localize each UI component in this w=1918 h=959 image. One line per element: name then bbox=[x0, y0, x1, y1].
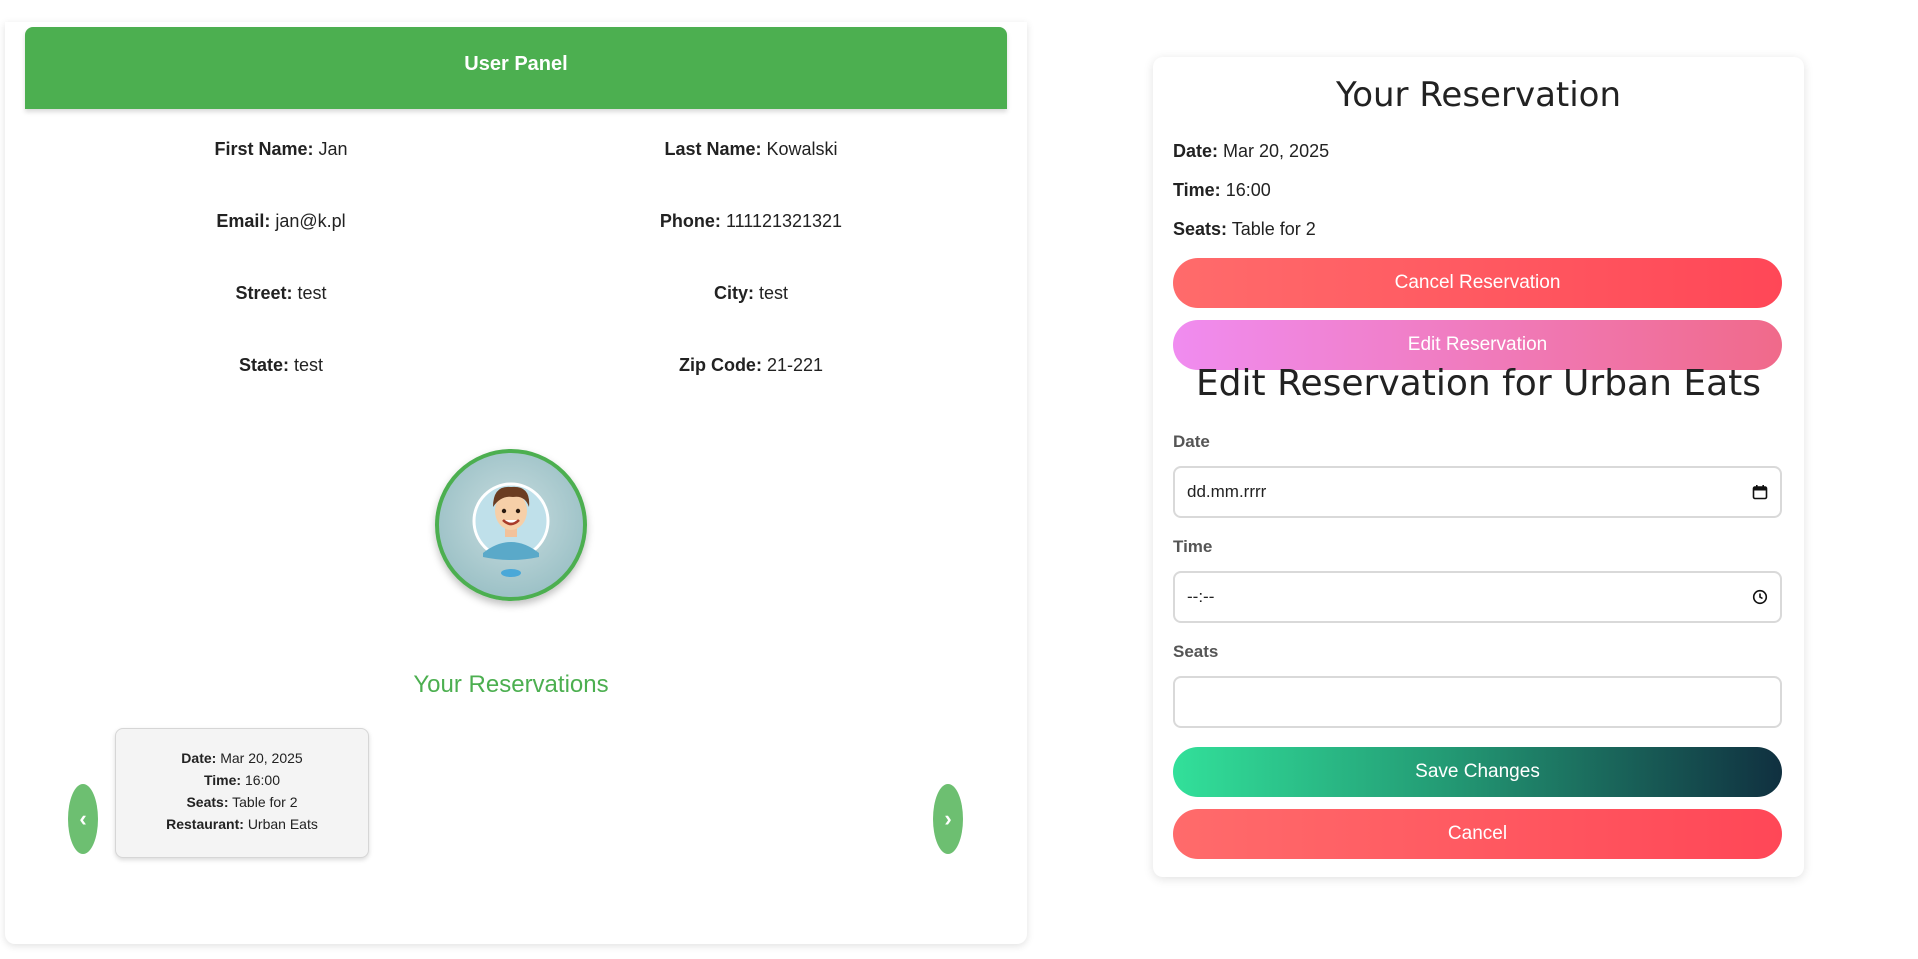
reservation-date-label: Date: bbox=[1173, 141, 1219, 161]
reservation-date-row: Date: Mar 20, 2025 bbox=[1173, 141, 1329, 162]
first-name-field: First Name: Jan bbox=[71, 139, 491, 160]
last-name-field: Last Name: Kowalski bbox=[541, 139, 961, 160]
save-changes-label: Save Changes bbox=[1415, 761, 1540, 782]
card-date-value: Mar 20, 2025 bbox=[220, 750, 303, 766]
city-field: City: test bbox=[541, 283, 961, 304]
edit-reservation-label: Edit Reservation bbox=[1407, 334, 1548, 355]
city-value: test bbox=[759, 283, 789, 303]
zip-code-value: 21-221 bbox=[766, 355, 824, 375]
email-label: Email: bbox=[216, 211, 271, 231]
reservation-detail-card: Your Reservation Date: Mar 20, 2025 Time… bbox=[1153, 57, 1804, 877]
user-panel-title: User Panel bbox=[464, 53, 568, 75]
zip-code-label: Zip Code: bbox=[678, 355, 762, 375]
seats-field-label: Seats bbox=[1173, 642, 1219, 661]
avatar bbox=[435, 449, 587, 601]
chevron-left-icon: ‹ bbox=[79, 806, 87, 831]
time-input[interactable]: --:-- bbox=[1173, 571, 1782, 623]
reservation-seats-value: Table for 2 bbox=[1231, 219, 1316, 239]
time-input-placeholder: --:-- bbox=[1187, 587, 1215, 606]
card-seats-label: Seats: bbox=[186, 794, 229, 810]
date-input-placeholder: dd.mm.rrrr bbox=[1187, 482, 1267, 501]
calendar-icon[interactable] bbox=[1752, 484, 1768, 500]
card-time-value: 16:00 bbox=[244, 772, 281, 788]
card-time-row: Time: 16:00 bbox=[116, 769, 368, 791]
reservation-time-label: Time: bbox=[1173, 180, 1221, 200]
card-restaurant-row: Restaurant: Urban Eats bbox=[116, 813, 368, 835]
street-value: test bbox=[297, 283, 327, 303]
reservation-date-value: Mar 20, 2025 bbox=[1223, 141, 1330, 161]
card-restaurant-label: Restaurant: bbox=[166, 816, 244, 832]
card-restaurant-value: Urban Eats bbox=[247, 816, 318, 832]
phone-label: Phone: bbox=[659, 211, 721, 231]
last-name-value: Kowalski bbox=[766, 139, 838, 159]
clock-icon[interactable] bbox=[1752, 589, 1768, 605]
email-value: jan@k.pl bbox=[275, 211, 346, 231]
edit-form-title: Edit Reservation for Urban Eats bbox=[1195, 363, 1762, 404]
zip-code-field: Zip Code: 21-221 bbox=[541, 355, 961, 376]
first-name-label: First Name: bbox=[214, 139, 314, 159]
seats-input[interactable] bbox=[1173, 676, 1782, 728]
carousel-next-button[interactable]: › bbox=[933, 784, 963, 854]
card-seats-row: Seats: Table for 2 bbox=[116, 791, 368, 813]
date-input[interactable]: dd.mm.rrrr bbox=[1173, 466, 1782, 518]
street-field: Street: test bbox=[71, 283, 491, 304]
reservation-time-row: Time: 16:00 bbox=[1173, 180, 1271, 201]
your-reservations-title: Your Reservations bbox=[413, 671, 609, 698]
reservation-time-value: 16:00 bbox=[1225, 180, 1271, 200]
cancel-edit-label: Cancel bbox=[1447, 823, 1508, 844]
first-name-value: Jan bbox=[318, 139, 348, 159]
phone-value: 111121321321 bbox=[725, 211, 843, 231]
card-date-row: Date: Mar 20, 2025 bbox=[116, 747, 368, 769]
street-label: Street: bbox=[235, 283, 293, 303]
city-label: City: bbox=[713, 283, 754, 303]
save-changes-button[interactable]: Save Changes bbox=[1173, 747, 1782, 797]
your-reservation-title: Your Reservation bbox=[1335, 75, 1622, 115]
user-panel-header: User Panel bbox=[25, 27, 1007, 109]
card-seats-value: Table for 2 bbox=[232, 794, 298, 810]
card-time-label: Time: bbox=[203, 772, 242, 788]
state-value: test bbox=[294, 355, 324, 375]
carousel-prev-button[interactable]: ‹ bbox=[68, 784, 98, 854]
cancel-reservation-label: Cancel Reservation bbox=[1394, 272, 1561, 293]
reservation-card[interactable]: Date: Mar 20, 2025 Time: 16:00 Seats: Ta… bbox=[115, 728, 369, 858]
chevron-right-icon: › bbox=[944, 806, 952, 831]
time-field-label: Time bbox=[1173, 537, 1213, 556]
reservation-seats-row: Seats: Table for 2 bbox=[1173, 219, 1316, 240]
phone-field: Phone: 111121321321 bbox=[541, 211, 961, 232]
state-label: State: bbox=[238, 355, 289, 375]
state-field: State: test bbox=[71, 355, 491, 376]
cancel-edit-button[interactable]: Cancel bbox=[1173, 809, 1782, 859]
avatar-illustration bbox=[472, 482, 550, 577]
last-name-label: Last Name: bbox=[664, 139, 762, 159]
cancel-reservation-button[interactable]: Cancel Reservation bbox=[1173, 258, 1782, 308]
card-date-label: Date: bbox=[181, 750, 217, 766]
email-field: Email: jan@k.pl bbox=[71, 211, 491, 232]
date-field-label: Date bbox=[1173, 432, 1210, 451]
reservation-seats-label: Seats: bbox=[1173, 219, 1228, 239]
